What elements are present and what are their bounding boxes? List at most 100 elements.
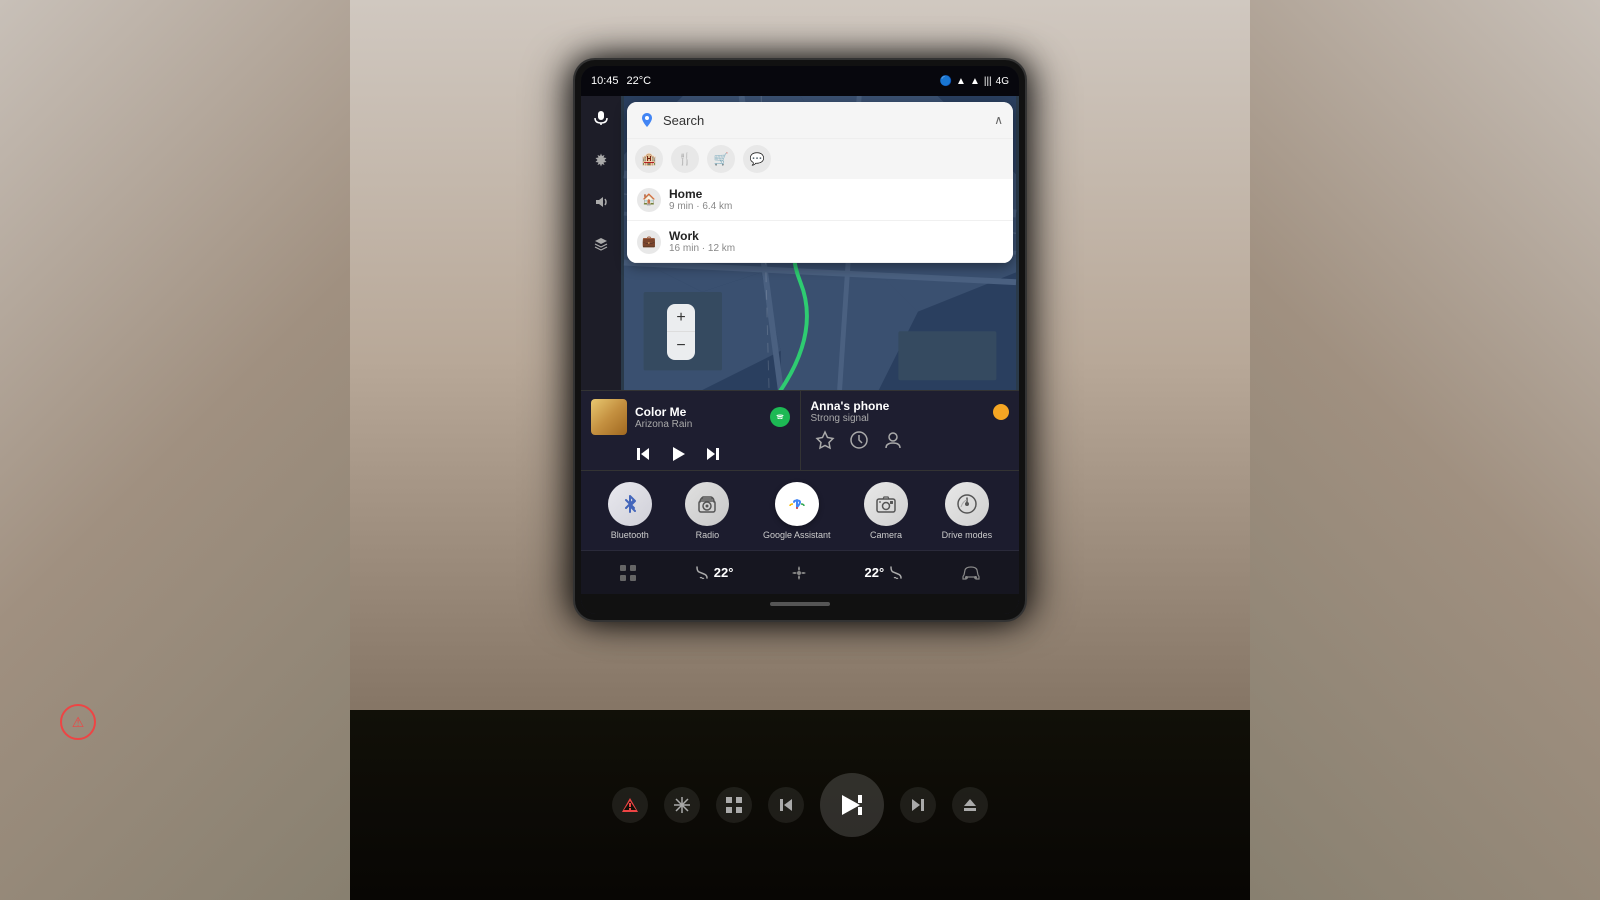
search-bar[interactable]: Search ∧: [627, 102, 1013, 138]
map-container: Hampton+ + − ⊕: [581, 96, 1019, 390]
camera-label: Camera: [870, 530, 902, 540]
car-status[interactable]: [961, 565, 981, 581]
rewind-button[interactable]: [768, 787, 804, 823]
home-indicator[interactable]: [581, 594, 1019, 614]
drive-modes-icon: [945, 482, 989, 526]
work-result-icon: 💼: [637, 230, 661, 254]
camera-app[interactable]: Camera: [864, 482, 908, 540]
car-interior: ⚠: [0, 0, 1600, 900]
phone-actions: [811, 430, 1010, 455]
search-categories: 🏨 🍴 🛒 💬: [627, 138, 1013, 179]
fast-forward-button[interactable]: [900, 787, 936, 823]
contacts-button[interactable]: [883, 430, 903, 455]
phone-name: Anna's phone: [811, 399, 890, 413]
maps-pin-icon: [637, 110, 657, 130]
category-food[interactable]: 🍴: [671, 145, 699, 173]
wifi-status-icon: ▲: [970, 76, 980, 87]
temp-display: 22°C: [627, 75, 652, 87]
drive-modes-app[interactable]: Drive modes: [942, 482, 993, 540]
sidebar-volume[interactable]: [587, 188, 615, 216]
track-name: Color Me: [635, 405, 762, 419]
home-result-name: Home: [669, 187, 1003, 201]
sidebar-map-layers[interactable]: [587, 230, 615, 258]
climate-bar: 22° 22°: [581, 550, 1019, 594]
result-work[interactable]: 💼 Work 16 min · 12 km: [627, 221, 1013, 263]
dashboard-controls: [350, 710, 1250, 900]
result-home[interactable]: 🏠 Home 9 min · 6.4 km: [627, 179, 1013, 221]
radio-app[interactable]: Radio: [685, 482, 729, 540]
time-display: 10:45: [591, 75, 619, 87]
left-temp-value: 22°: [714, 565, 734, 580]
media-phone-row: Color Me Arizona Rain: [581, 390, 1019, 470]
center-play-button[interactable]: [820, 773, 884, 837]
search-results: 🏠 Home 9 min · 6.4 km 💼 Work: [627, 179, 1013, 263]
phone-info: Anna's phone Strong signal: [811, 399, 890, 424]
zoom-in-button[interactable]: +: [667, 304, 695, 332]
bluetooth-status-icon: 🔵: [940, 76, 952, 87]
home-result-icon: 🏠: [637, 188, 661, 212]
status-left: 10:45 22°C: [591, 75, 651, 87]
media-controls: [591, 439, 790, 469]
left-panel: ⚠: [0, 0, 350, 900]
result-work-text: Work 16 min · 12 km: [669, 229, 1003, 254]
camera-icon: [864, 482, 908, 526]
album-art: [591, 399, 627, 435]
center-area: 10:45 22°C 🔵 ▲ ▲ ||| 4G: [350, 0, 1250, 900]
prev-track-button[interactable]: [635, 446, 651, 462]
zoom-controls: + −: [667, 304, 695, 360]
bluetooth-icon: [608, 482, 652, 526]
phone-top: Anna's phone Strong signal: [811, 399, 1010, 424]
home-result-detail: 9 min · 6.4 km: [669, 201, 1003, 212]
network-type: 4G: [996, 76, 1009, 87]
home-bar: [770, 602, 830, 606]
hazard-button[interactable]: [612, 787, 648, 823]
bluetooth-label: Bluetooth: [611, 530, 649, 540]
left-seat-temp[interactable]: 22°: [694, 565, 734, 581]
grid-button[interactable]: [716, 787, 752, 823]
track-info: Color Me Arizona Rain: [635, 405, 762, 430]
category-chat[interactable]: 💬: [743, 145, 771, 173]
right-temp-value: 22°: [865, 565, 885, 580]
search-overlay: Search ∧ 🏨 🍴 🛒 💬 🏠: [627, 102, 1013, 263]
category-hotel[interactable]: 🏨: [635, 145, 663, 173]
screen: 10:45 22°C 🔵 ▲ ▲ ||| 4G: [581, 66, 1019, 614]
drive-modes-label: Drive modes: [942, 530, 993, 540]
google-assistant-label: Google Assistant: [763, 530, 831, 540]
spotify-icon: [770, 407, 790, 427]
sidebar-microphone[interactable]: [587, 104, 615, 132]
signal-status-icon: ▲: [956, 76, 966, 87]
phone-card: Anna's phone Strong signal: [801, 391, 1020, 470]
track-artist: Arizona Rain: [635, 419, 762, 430]
media-top: Color Me Arizona Rain: [591, 399, 790, 435]
bars-icon: |||: [984, 76, 992, 87]
dashboard-button-row: [612, 773, 988, 837]
result-home-text: Home 9 min · 6.4 km: [669, 187, 1003, 212]
right-seat-temp[interactable]: 22°: [865, 565, 905, 581]
recents-button[interactable]: [849, 430, 869, 455]
play-pause-button[interactable]: [663, 439, 693, 469]
search-chevron-icon: ∧: [994, 113, 1003, 127]
bluetooth-app[interactable]: Bluetooth: [608, 482, 652, 540]
favorite-button[interactable]: [815, 430, 835, 455]
phone-status: Strong signal: [811, 413, 890, 424]
bottom-section: Color Me Arizona Rain: [581, 390, 1019, 614]
status-right: 🔵 ▲ ▲ ||| 4G: [940, 76, 1009, 87]
radio-label: Radio: [696, 530, 720, 540]
app-shortcuts-row: Bluetooth: [581, 470, 1019, 550]
category-shopping[interactable]: 🛒: [707, 145, 735, 173]
fan-control[interactable]: [790, 564, 808, 582]
zoom-out-button[interactable]: −: [667, 332, 695, 360]
apps-grid[interactable]: [619, 564, 637, 582]
google-assistant-app[interactable]: Google Assistant: [763, 482, 831, 540]
snowflake-button[interactable]: [664, 787, 700, 823]
next-track-button[interactable]: [705, 446, 721, 462]
map-sidebar: [581, 96, 621, 390]
screen-bezel: 10:45 22°C 🔵 ▲ ▲ ||| 4G: [575, 60, 1025, 620]
eject-button[interactable]: [952, 787, 988, 823]
right-panel: [1250, 0, 1600, 900]
work-result-detail: 16 min · 12 km: [669, 243, 1003, 254]
radio-icon: [685, 482, 729, 526]
media-card: Color Me Arizona Rain: [581, 391, 801, 470]
sidebar-settings[interactable]: [587, 146, 615, 174]
search-text: Search: [663, 113, 994, 128]
